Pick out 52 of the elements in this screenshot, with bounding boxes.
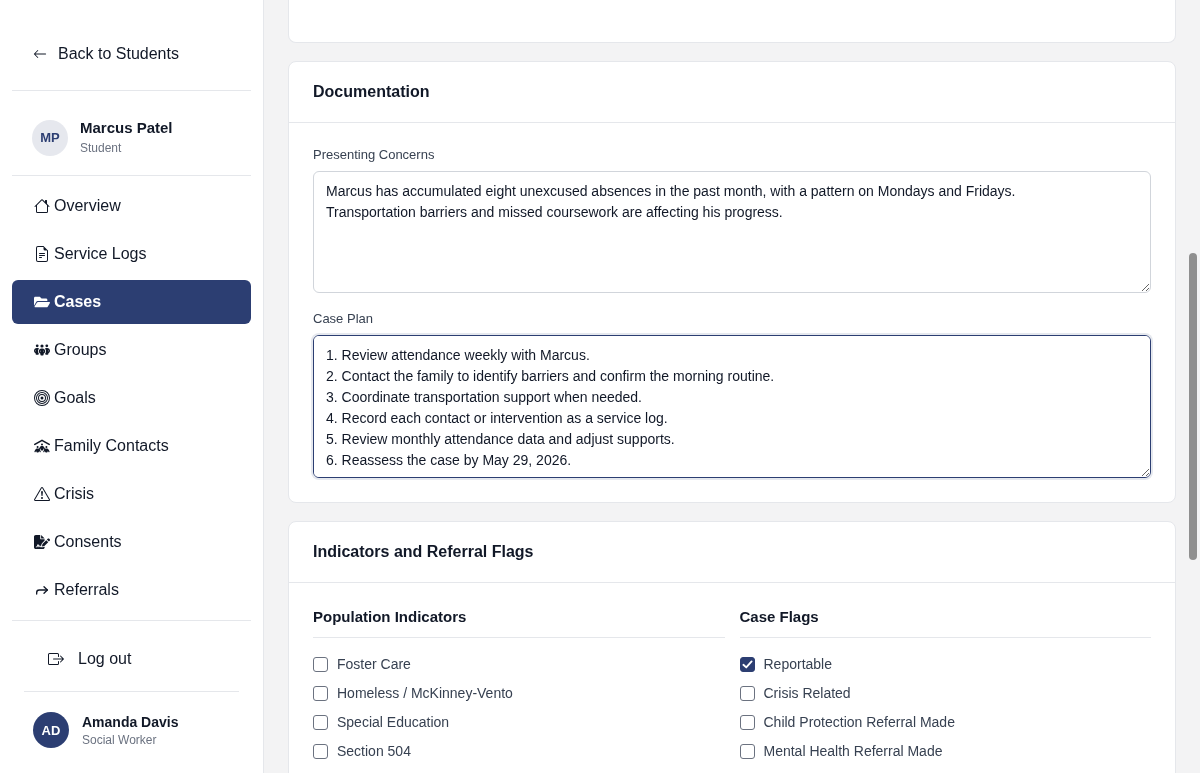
nav-item[interactable]: Referrals (12, 568, 251, 612)
checkbox-label: Homeless / McKinney-Vento (337, 685, 513, 701)
checkbox-label: Mental Health Referral Made (763, 743, 943, 759)
checkbox-label: Child Protection Referral Made (763, 714, 955, 730)
student-role: Student (80, 141, 123, 156)
scrollbar[interactable] (1189, 253, 1197, 560)
section-title: Indicators and Referral Flags (313, 543, 534, 561)
field-label: Case Plan (313, 311, 374, 327)
checkbox[interactable] (313, 656, 328, 672)
checkbox-label: Reportable (763, 656, 832, 672)
folder-icon (34, 294, 50, 310)
nav-item[interactable]: Service Logs (12, 232, 251, 276)
text-area-field[interactable]: Marcus has accumulated eight unexcused absences in the past month, with a pattern on Mondays and Fridays. Transportation barriers and missed coursework are affecting his progress. (313, 171, 1151, 293)
target-icon (34, 390, 50, 406)
nav-item[interactable]: Overview (12, 184, 251, 228)
checkbox[interactable] (313, 685, 328, 701)
logout-button[interactable]: Log out (12, 641, 251, 677)
user-name: Amanda Davis (82, 712, 179, 731)
checkbox[interactable] (739, 714, 755, 730)
nav-item[interactable]: Groups (12, 328, 251, 372)
checkbox[interactable] (313, 743, 328, 759)
avatar: AD (33, 712, 69, 748)
nav-item[interactable]: Family Contacts (12, 424, 251, 468)
checkbox[interactable] (313, 714, 328, 730)
avatar: MP (32, 119, 68, 156)
house-icon (34, 198, 50, 214)
section-title: Documentation (313, 83, 430, 101)
checkbox-label: Section 504 (337, 743, 411, 759)
document-icon (34, 246, 50, 262)
checkbox[interactable] (739, 656, 755, 672)
warning-icon (34, 486, 50, 502)
checkbox[interactable] (739, 685, 755, 701)
user-role: Social Worker (82, 732, 158, 748)
group-heading: Case Flags (739, 607, 1151, 638)
field-label: Presenting Concerns (313, 147, 436, 163)
nav-item[interactable]: Consents (12, 520, 251, 564)
checkbox-label: Special Education (337, 714, 450, 730)
logout-icon (48, 651, 64, 667)
checkbox-label: Foster Care (337, 656, 411, 672)
signed-document-icon (34, 534, 50, 550)
nav-item[interactable]: Cases (12, 280, 251, 324)
nav-item[interactable]: Crisis (12, 472, 251, 516)
text-area-field[interactable]: 1. Review attendance weekly with Marcus. 2. Contact the family to identify barriers and confirm the morning routine. 3. Coordinate transportation support when needed. 4. Record each contact or intervention as a service log. 5. Review monthly attendance data and adjust supports. 6. Reassess the case by May 29, 2026. (313, 335, 1151, 478)
student-name: Marcus Patel (80, 119, 173, 137)
nav-item[interactable]: Goals (12, 376, 251, 420)
people-under-roof-icon (34, 438, 50, 454)
people-group-icon (34, 342, 50, 358)
checkbox-label: Crisis Related (763, 685, 851, 701)
back-link[interactable]: Back to Students (12, 36, 251, 72)
check-icon (741, 658, 753, 670)
group-heading: Population Indicators (313, 607, 725, 638)
checkbox[interactable] (739, 743, 755, 759)
